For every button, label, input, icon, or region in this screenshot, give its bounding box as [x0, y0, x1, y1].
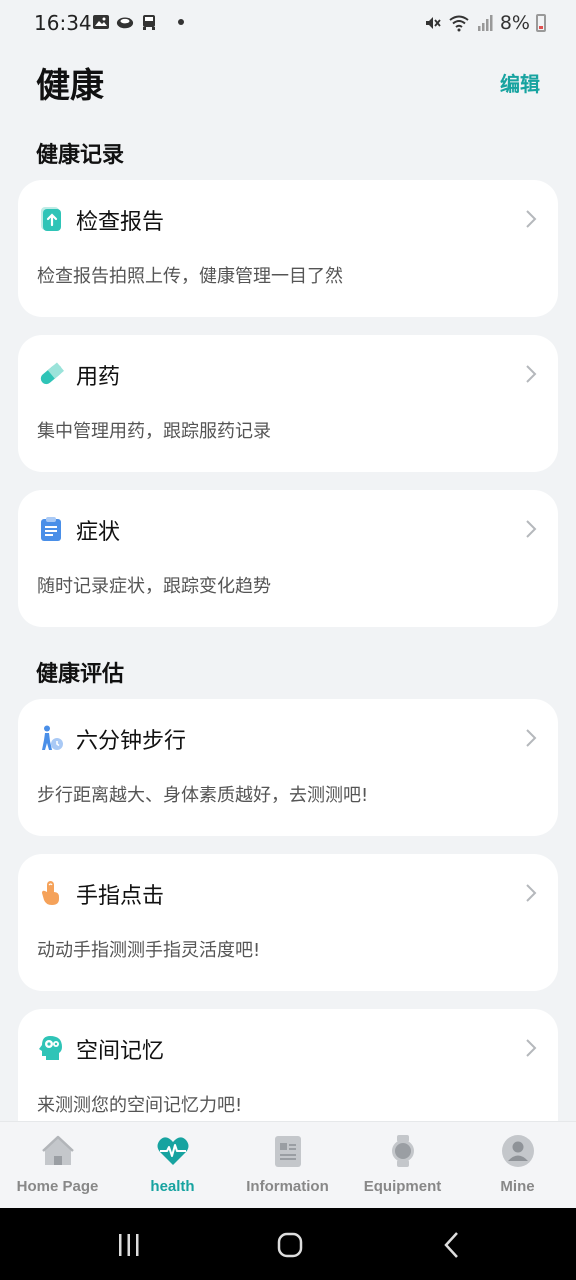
brain-head-icon: [39, 1036, 62, 1060]
card-finger-tap[interactable]: 手指点击 动动手指测测手指灵活度吧!: [18, 854, 558, 991]
nav-mine[interactable]: Mine: [460, 1122, 575, 1209]
walking-person-icon: [42, 725, 63, 750]
nav-home[interactable]: Home Page: [0, 1122, 115, 1209]
chevron-right-icon: [526, 210, 537, 228]
card-title: 空间记忆: [76, 1039, 165, 1064]
section-title-records: 健康记录: [36, 143, 125, 168]
edit-button[interactable]: 编辑: [500, 68, 540, 97]
chevron-right-icon: [526, 884, 537, 902]
nav-health[interactable]: health: [115, 1122, 230, 1209]
card-title: 六分钟步行: [76, 729, 187, 754]
chevron-right-icon: [526, 365, 537, 383]
card-title: 用药: [76, 365, 121, 390]
pill-icon: [40, 362, 64, 385]
page-title: 健康: [36, 66, 104, 106]
info-card-icon: [274, 1136, 301, 1167]
chevron-right-icon: [526, 729, 537, 747]
recent-apps-icon[interactable]: [114, 1230, 144, 1260]
nav-equipment[interactable]: Equipment: [345, 1122, 460, 1209]
chevron-right-icon: [526, 520, 537, 538]
chevron-right-icon: [526, 1039, 537, 1057]
nav-label: Home Page: [16, 1178, 99, 1195]
nav-label: Mine: [500, 1178, 535, 1195]
card-description: 随时记录症状，跟踪变化趋势: [37, 576, 271, 597]
scroll-content[interactable]: 健康 编辑 健康记录 检查报告 检查报告拍照上传，健康管理一目了然 用药 集中管…: [0, 0, 576, 1121]
card-exam-report[interactable]: 检查报告 检查报告拍照上传，健康管理一目了然: [18, 180, 558, 317]
bottom-navigation: Home Page health Information Equipment M…: [0, 1121, 576, 1209]
nav-label: Information: [246, 1178, 329, 1195]
watch-icon: [391, 1135, 414, 1167]
clipboard-icon: [41, 517, 61, 541]
card-description: 动动手指测测手指灵活度吧!: [37, 940, 261, 961]
back-icon[interactable]: [438, 1230, 468, 1260]
home-button-icon[interactable]: [276, 1230, 306, 1260]
nav-label: Equipment: [363, 1178, 442, 1195]
system-navigation-bar: [0, 1208, 576, 1280]
home-icon: [41, 1135, 74, 1165]
nav-label: health: [150, 1178, 195, 1195]
card-title: 症状: [76, 520, 121, 545]
card-title: 手指点击: [76, 884, 165, 909]
card-title: 检查报告: [76, 210, 165, 235]
report-upload-icon: [41, 207, 61, 231]
card-spatial-memory[interactable]: 空间记忆 来测测您的空间记忆力吧!: [18, 1009, 558, 1121]
card-medication[interactable]: 用药 集中管理用药，跟踪服药记录: [18, 335, 558, 472]
card-description: 来测测您的空间记忆力吧!: [37, 1095, 243, 1116]
card-description: 检查报告拍照上传，健康管理一目了然: [37, 266, 343, 287]
card-description: 集中管理用药，跟踪服药记录: [37, 421, 271, 442]
card-six-minute-walk[interactable]: 六分钟步行 步行距离越大、身体素质越好，去测测吧!: [18, 699, 558, 836]
section-title-assessment: 健康评估: [36, 662, 125, 687]
nav-information[interactable]: Information: [230, 1122, 345, 1209]
card-description: 步行距离越大、身体素质越好，去测测吧!: [37, 785, 369, 806]
card-symptoms[interactable]: 症状 随时记录症状，跟踪变化趋势: [18, 490, 558, 627]
finger-tap-icon: [42, 881, 59, 905]
user-icon: [501, 1135, 534, 1167]
heart-pulse-icon: [157, 1137, 188, 1165]
